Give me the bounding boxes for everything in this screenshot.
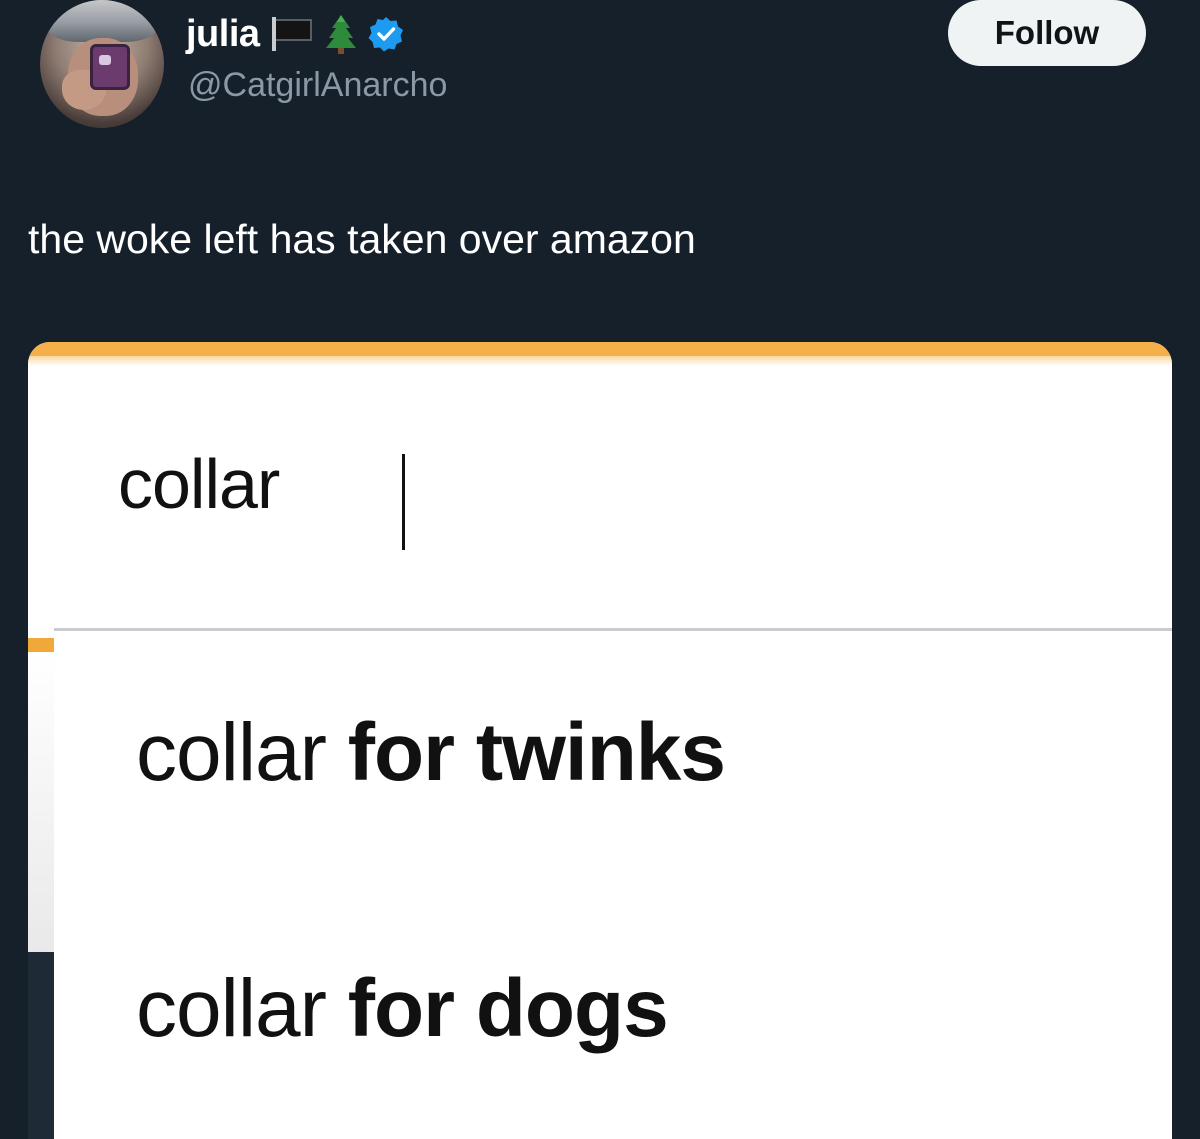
suggestion-item[interactable]: collar for twinks [136,706,726,800]
tweet-media-image[interactable]: collar collar for twinks collar for dogs [28,342,1172,1139]
left-edge-panel [28,652,54,952]
name-row: julia [186,10,404,58]
follow-button[interactable]: Follow [948,0,1146,66]
avatar-phone [90,44,130,90]
text-caret [402,454,405,550]
suggestion-completion: for twinks [325,707,726,798]
verified-badge-icon [368,17,403,52]
suggestion-prefix: collar [136,707,327,798]
user-handle[interactable]: @CatgirlAnarcho [188,66,447,105]
avatar[interactable] [40,0,164,128]
tweet-text: the woke left has taken over amazon [28,216,696,262]
left-edge-orange [28,638,54,652]
suggestion-item[interactable]: collar for dogs [136,962,669,1056]
search-input-value[interactable]: collar [118,444,280,524]
black-flag-icon [270,17,314,51]
suggestion-prefix: collar [136,963,327,1054]
avatar-hat [46,0,158,42]
left-edge-dark [28,952,54,1139]
evergreen-tree-icon [325,15,356,54]
suggestion-completion: for dogs [325,963,669,1054]
search-bar-orange-border [28,342,1172,356]
tweet-card: julia @CatgirlAnarcho Follow the woke le… [0,0,1200,1139]
suggestion-divider [54,628,1172,631]
display-name[interactable]: julia [186,13,260,56]
orange-border-fade [28,356,1172,366]
